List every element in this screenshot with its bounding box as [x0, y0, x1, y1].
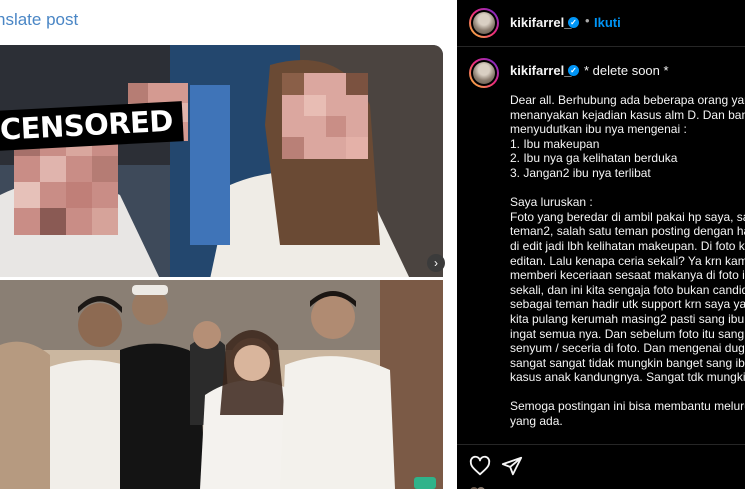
caption-username[interactable]: kikifarrel_ — [510, 63, 571, 78]
caption-line: teman2, salah satu teman posting dengan … — [510, 224, 745, 239]
caption-line: 2. Ibu nya ga kelihatan berduka — [510, 151, 678, 166]
caption-text: Dear all. Berhubung ada beberapa orang y… — [510, 93, 745, 429]
post-media-pane: nslate post CENSORED › — [0, 0, 457, 489]
media-indicator — [414, 477, 436, 489]
caption-line: di edit jadi lbh kelihatan makeupan. Di … — [510, 238, 745, 253]
caption-line: sebagai teman hadir utk support krn saya… — [510, 297, 745, 312]
translate-post-link[interactable]: nslate post — [0, 10, 78, 30]
caption-line: Semoga postingan ini bisa membantu melur… — [510, 399, 745, 414]
caption-line: sekali, dan ini kita sengaja foto bukan … — [510, 282, 745, 297]
caption-line — [510, 385, 745, 400]
caption-intro: * delete soon * — [584, 63, 669, 78]
caption-line: Foto yang beredar di ambil pakai hp saya… — [510, 209, 745, 224]
caption-avatar[interactable] — [469, 58, 499, 88]
caption-line: Dear all. Berhubung ada beberapa orang y… — [510, 93, 745, 107]
caption-line: senyum / seceria di foto. Dan mengenai d… — [510, 341, 745, 356]
header-username[interactable]: kikifarrel_ — [510, 15, 571, 30]
follow-button[interactable]: Ikuti — [594, 15, 621, 30]
liked-by-avatars — [470, 487, 485, 489]
avatar[interactable] — [469, 8, 499, 38]
caption-line: sangat sangat tidak mungkin banget sang … — [510, 355, 745, 370]
post-image[interactable]: CENSORED — [0, 45, 443, 489]
caption-line: yang ada. — [510, 414, 563, 429]
action-bar — [457, 444, 745, 489]
post-header: kikifarrel_ ✓ • Ikuti — [457, 0, 745, 47]
heart-icon[interactable] — [469, 455, 491, 477]
separator-dot: • — [585, 13, 590, 28]
caption-line: kita pulang kerumah masing2 pasti sang i… — [510, 311, 745, 326]
post-details-pane: kikifarrel_ ✓ • Ikuti kikifarrel_ ✓ * de… — [457, 0, 745, 489]
chevron-right-icon: › — [434, 256, 438, 270]
censored-face-3 — [282, 73, 368, 159]
caption-line — [510, 181, 745, 196]
caption-line: memberi keceriaan sesaat makanya di foto… — [510, 268, 745, 283]
caption-line: 3. Jangan2 ibu nya terlibat — [510, 165, 651, 180]
caption-line: menanyakan kejadian kasus alm D. Dan ban… — [510, 107, 745, 122]
caption-line: 1. Ibu makeupan — [510, 136, 600, 151]
caption-line: menyudutkan ibu nya mengenai : — [510, 122, 687, 137]
share-icon[interactable] — [501, 455, 523, 477]
verified-badge-icon: ✓ — [568, 17, 579, 28]
caption-line: kasus anak kandungnya. Sangat tdk mungki… — [510, 370, 745, 385]
verified-badge-icon: ✓ — [568, 65, 579, 76]
caption-line: editan. Lalu kenapa ceria sekali? Ya krn… — [510, 253, 745, 268]
carousel-next-button[interactable]: › — [427, 254, 445, 272]
caption-line: Saya luruskan : — [510, 195, 593, 210]
caption-line: ingat semua nya. Dan sebelum foto itu sa… — [510, 326, 745, 341]
